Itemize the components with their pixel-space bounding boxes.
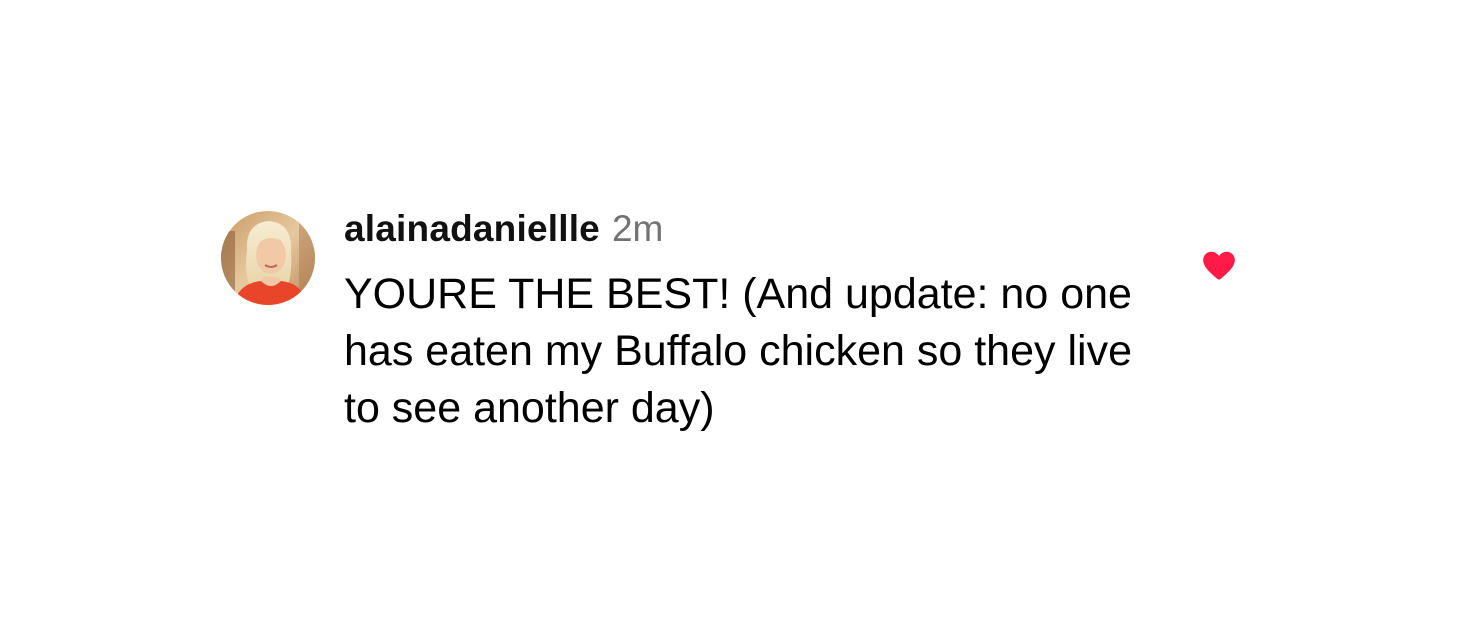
username-link[interactable]: alainadaniellle: [344, 208, 600, 250]
comment-header: alainadaniellle 2m: [344, 208, 663, 258]
heart-icon: [1203, 251, 1235, 280]
like-button[interactable]: [1200, 246, 1238, 284]
timestamp: 2m: [611, 208, 664, 249]
avatar[interactable]: [221, 211, 315, 305]
comment-text: YOURE THE BEST! (And update: no one has …: [344, 270, 1132, 432]
comment: alainadaniellle 2m YOURE THE BEST! (And …: [0, 0, 1468, 631]
avatar-photo: [221, 211, 315, 305]
